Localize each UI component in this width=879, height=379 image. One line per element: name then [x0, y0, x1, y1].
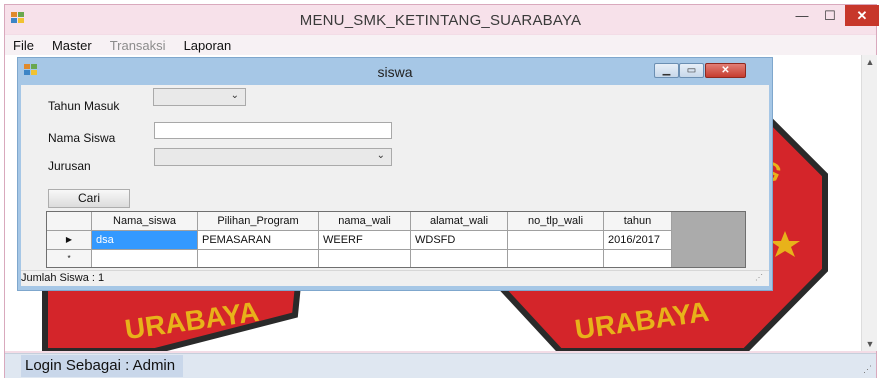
main-titlebar: MENU_SMK_KETINTANG_SUARABAYA — ☐ ✕: [5, 5, 879, 34]
column-header[interactable]: Pilihan_Program: [198, 212, 319, 231]
jurusan-combo[interactable]: ⌄: [154, 148, 392, 166]
scroll-up-icon[interactable]: ▲: [862, 57, 878, 67]
column-header[interactable]: alamat_wali: [411, 212, 508, 231]
label-jurusan: Jurusan: [48, 159, 91, 173]
siswa-status-bar: Jumlah Siswa : 1 ⋰: [21, 270, 769, 286]
resize-grip-icon[interactable]: ⋰: [863, 364, 872, 375]
child-close-button[interactable]: ✕: [705, 63, 746, 78]
menu-laporan[interactable]: Laporan: [175, 38, 241, 53]
table-cell[interactable]: dsa: [92, 231, 198, 250]
login-status: Login Sebagai : Admin: [21, 355, 184, 377]
column-header[interactable]: tahun: [604, 212, 672, 231]
current-row-icon[interactable]: ▶: [47, 231, 92, 250]
menu-file[interactable]: File: [5, 38, 43, 53]
table-cell[interactable]: [604, 250, 672, 267]
menu-bar: File Master Transaksi Laporan: [5, 35, 876, 55]
grid-header-row: Nama_siswa Pilihan_Program nama_wali ala…: [47, 212, 672, 231]
table-cell[interactable]: [92, 250, 198, 267]
status-bar: Login Sebagai : Admin ⋰: [5, 353, 876, 378]
table-cell[interactable]: [319, 250, 411, 267]
child-minimize-button[interactable]: ▁: [654, 63, 679, 78]
siswa-form: siswa ▁ ▭ ✕ Tahun Masuk ⌄ Nama Siswa Jur…: [17, 57, 773, 291]
resize-grip-icon[interactable]: ⋰: [755, 273, 763, 282]
cari-button[interactable]: Cari: [48, 189, 130, 208]
label-tahun-masuk: Tahun Masuk: [48, 99, 120, 113]
jumlah-siswa: Jumlah Siswa : 1: [21, 272, 105, 284]
grid-corner: [47, 212, 92, 231]
table-row[interactable]: ▶ dsa PEMASARAN WEERF WDSFD 2016/2017: [47, 231, 672, 250]
table-cell[interactable]: [198, 250, 319, 267]
column-header[interactable]: nama_wali: [319, 212, 411, 231]
table-cell[interactable]: 2016/2017: [604, 231, 672, 250]
minimize-button[interactable]: —: [788, 5, 816, 26]
column-header[interactable]: Nama_siswa: [92, 212, 198, 231]
menu-transaksi[interactable]: Transaksi: [101, 38, 175, 53]
tahun-masuk-combo[interactable]: ⌄: [153, 88, 246, 106]
new-row[interactable]: *: [47, 250, 672, 267]
label-nama-siswa: Nama Siswa: [48, 131, 116, 145]
table-cell[interactable]: PEMASARAN: [198, 231, 319, 250]
chevron-down-icon[interactable]: ⌄: [231, 90, 239, 101]
table-cell[interactable]: WEERF: [319, 231, 411, 250]
new-row-icon[interactable]: *: [47, 250, 92, 267]
close-button[interactable]: ✕: [845, 5, 879, 26]
siswa-grid[interactable]: Nama_siswa Pilihan_Program nama_wali ala…: [46, 211, 746, 268]
table-cell[interactable]: [508, 250, 604, 267]
maximize-button[interactable]: ☐: [816, 5, 844, 26]
child-maximize-button[interactable]: ▭: [679, 63, 704, 78]
window-title: MENU_SMK_KETINTANG_SUARABAYA: [299, 12, 582, 29]
column-header[interactable]: no_tlp_wali: [508, 212, 604, 231]
scroll-down-icon[interactable]: ▼: [862, 339, 878, 349]
table-cell[interactable]: WDSFD: [411, 231, 508, 250]
table-cell[interactable]: [411, 250, 508, 267]
vertical-scrollbar[interactable]: ▲ ▼: [861, 55, 877, 351]
chevron-down-icon[interactable]: ⌄: [377, 150, 385, 161]
menu-master[interactable]: Master: [43, 38, 101, 53]
siswa-client: Tahun Masuk ⌄ Nama Siswa Jurusan ⌄ Cari …: [21, 85, 769, 286]
table-cell[interactable]: [508, 231, 604, 250]
siswa-titlebar: siswa ▁ ▭ ✕: [18, 58, 772, 85]
nama-siswa-input[interactable]: [154, 122, 392, 139]
